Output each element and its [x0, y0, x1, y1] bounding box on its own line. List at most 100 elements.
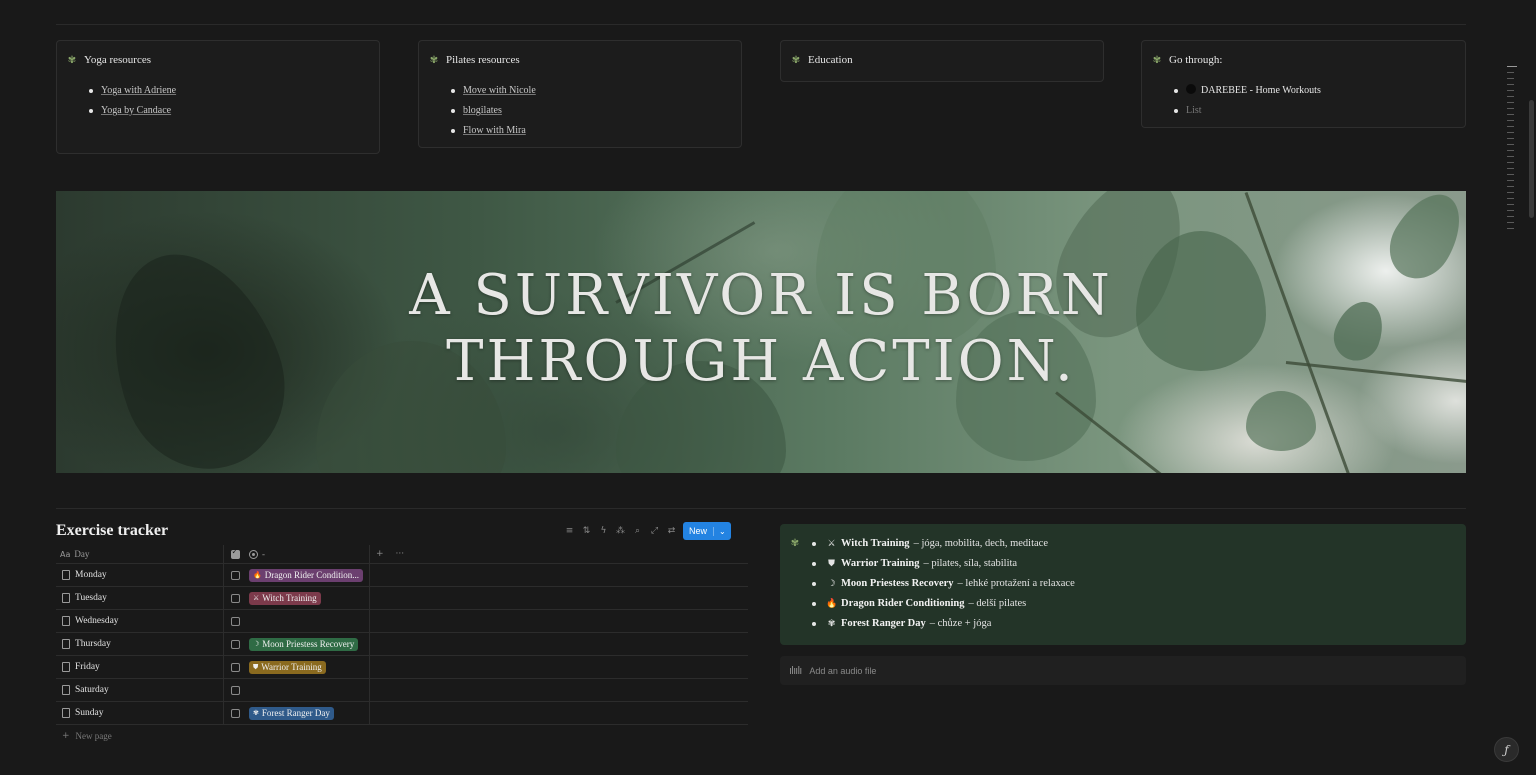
day-cell[interactable]: Monday	[75, 570, 107, 580]
automation-icon[interactable]: ϟ	[595, 522, 612, 540]
day-cell[interactable]: Tuesday	[75, 593, 107, 603]
tag-label: Moon Priestess Recovery	[262, 639, 355, 649]
workout-tag[interactable]: ✾ Forest Ranger Day	[249, 706, 334, 720]
column-header-status[interactable]: -	[246, 545, 370, 563]
empty-tag-cell[interactable]	[246, 679, 370, 701]
table-row[interactable]: Sunday ✾ Forest Ranger Day	[56, 702, 748, 725]
resource-link[interactable]: Flow with Mira	[463, 125, 526, 136]
banner-quote-line: THROUGH ACTION.	[446, 329, 1076, 394]
legend-item[interactable]: ⚔ Witch Training – jóga, mobilita, dech, m…	[810, 534, 1075, 554]
resource-link[interactable]: Yoga by Candace	[101, 105, 171, 116]
workout-tag[interactable]: ⛊ Warrior Training	[249, 660, 326, 674]
sprout-icon: ✾	[791, 54, 801, 66]
resource-link[interactable]: Move with Nicole	[463, 85, 536, 96]
page-icon	[62, 639, 70, 649]
page-icon	[62, 662, 70, 672]
day-cell[interactable]: Sunday	[75, 708, 104, 718]
empty-tag-cell[interactable]	[246, 610, 370, 632]
sprout-icon: ✾	[253, 709, 259, 717]
database-toolbar: ≡ ⇅ ϟ ⁂ ⌕ ⤢ ⇄ New ⌄	[561, 522, 731, 540]
list-item[interactable]: Yoga by Candace	[87, 101, 176, 121]
done-checkbox[interactable]	[230, 616, 240, 626]
chevron-down-icon[interactable]: ⌄	[713, 526, 731, 536]
table-row[interactable]: Tuesday ⚔ Witch Training	[56, 587, 748, 610]
moon-icon: ☽	[827, 579, 836, 589]
done-checkbox[interactable]	[230, 570, 240, 580]
pilates-resources-card: ✾ Pilates resources Move with Nicole blog…	[418, 40, 742, 148]
done-checkbox[interactable]	[230, 708, 240, 718]
add-audio-block[interactable]: ılıılı Add an audio file	[780, 656, 1466, 685]
settings-icon[interactable]: ⇄	[663, 522, 680, 540]
done-checkbox[interactable]	[230, 662, 240, 672]
list-item[interactable]: DAREBEE - Home Workouts	[1172, 81, 1321, 101]
list-item[interactable]: Move with Nicole	[449, 81, 536, 101]
filter-icon[interactable]: ≡	[561, 522, 578, 540]
legend-item[interactable]: ⛊ Warrior Training – pilates, síla, stabil…	[810, 554, 1075, 574]
page-icon	[62, 570, 70, 580]
scrollbar-thumb[interactable]	[1529, 100, 1534, 218]
table-row[interactable]: Thursday ☽ Moon Priestess Recovery	[56, 633, 748, 656]
legend-description: – pilates, síla, stabilita	[923, 558, 1018, 569]
day-cell[interactable]: Friday	[75, 662, 100, 672]
sprout-icon: ✾	[429, 54, 439, 66]
column-label: Day	[74, 549, 90, 559]
crossed-swords-icon: ⚔	[827, 539, 836, 549]
done-checkbox[interactable]	[230, 685, 240, 695]
column-header-day[interactable]: Aa Day	[56, 545, 224, 563]
add-column-icon[interactable]: +	[376, 549, 384, 559]
resource-link[interactable]: blogilates	[463, 105, 502, 116]
done-checkbox[interactable]	[230, 593, 240, 603]
banner-quote-line: A SURVIVOR IS BORN	[409, 263, 1113, 328]
tracker-title[interactable]: Exercise tracker	[56, 522, 168, 540]
search-icon[interactable]: ⌕	[629, 522, 646, 540]
new-page-button[interactable]: + New page	[56, 725, 748, 747]
new-button-label: New	[689, 526, 708, 536]
page-outline-minimap[interactable]	[1507, 66, 1519, 234]
day-cell[interactable]: Wednesday	[75, 616, 119, 626]
legend-name: Forest Ranger Day	[841, 618, 926, 629]
done-checkbox[interactable]	[230, 639, 240, 649]
new-button[interactable]: New ⌄	[683, 522, 731, 540]
go-through-card: ✾ Go through: DAREBEE - Home Workouts Lis…	[1141, 40, 1466, 128]
card-title: Go through:	[1169, 54, 1223, 66]
workout-tag[interactable]: ☽ Moon Priestess Recovery	[249, 637, 359, 651]
list-item[interactable]: List	[1172, 101, 1321, 121]
table-row[interactable]: Wednesday	[56, 610, 748, 633]
legend-item[interactable]: ✾ Forest Ranger Day – chůze + jóga	[810, 614, 1075, 634]
sprout-icon: ✾	[1152, 54, 1162, 66]
list-item[interactable]: blogilates	[449, 101, 536, 121]
legend-description: – lehké protažení a relaxace	[957, 578, 1075, 589]
legend-name: Warrior Training	[841, 558, 920, 569]
page-icon	[62, 616, 70, 626]
help-button[interactable]: ƒ	[1494, 737, 1519, 762]
list-item[interactable]: Flow with Mira	[449, 121, 536, 141]
table-row[interactable]: Friday ⛊ Warrior Training	[56, 656, 748, 679]
placeholder-item[interactable]: List	[1186, 105, 1202, 116]
more-options-icon[interactable]: ···	[396, 549, 405, 559]
card-title: Yoga resources	[84, 54, 152, 66]
legend-description: – delší pilates	[968, 598, 1027, 609]
legend-item[interactable]: 🔥 Dragon Rider Conditioning – delší pilate…	[810, 594, 1075, 614]
card-title: Education	[808, 54, 853, 66]
table-row[interactable]: Saturday	[56, 679, 748, 702]
resource-link[interactable]: DAREBEE - Home Workouts	[1201, 85, 1321, 96]
crossed-swords-icon: ⚔	[253, 594, 260, 602]
legend-item[interactable]: ☽ Moon Priestess Recovery – lehké protažen…	[810, 574, 1075, 594]
expand-icon[interactable]: ⤢	[646, 522, 663, 540]
table-header: Aa Day - + ···	[56, 545, 748, 564]
table-row[interactable]: Monday 🔥 Dragon Rider Condition...	[56, 564, 748, 587]
view-settings-icon[interactable]: ⁂	[612, 522, 629, 540]
legend-name: Witch Training	[841, 538, 910, 549]
column-header-checkbox[interactable]	[224, 545, 246, 563]
sort-icon[interactable]: ⇅	[578, 522, 595, 540]
day-cell[interactable]: Thursday	[75, 639, 111, 649]
workout-tag[interactable]: ⚔ Witch Training	[249, 591, 321, 605]
tag-label: Witch Training	[262, 593, 317, 603]
list-item[interactable]: Yoga with Adriene	[87, 81, 176, 101]
new-page-label: New page	[75, 731, 112, 741]
resource-link[interactable]: Yoga with Adriene	[101, 85, 176, 96]
workout-tag[interactable]: 🔥 Dragon Rider Condition...	[249, 568, 363, 582]
yoga-resources-card: ✾ Yoga resources Yoga with Adriene Yoga b…	[56, 40, 380, 154]
exercise-table: Aa Day - + ··· Monday 🔥Dragon Rider Cond…	[56, 545, 748, 747]
day-cell[interactable]: Saturday	[75, 685, 109, 695]
